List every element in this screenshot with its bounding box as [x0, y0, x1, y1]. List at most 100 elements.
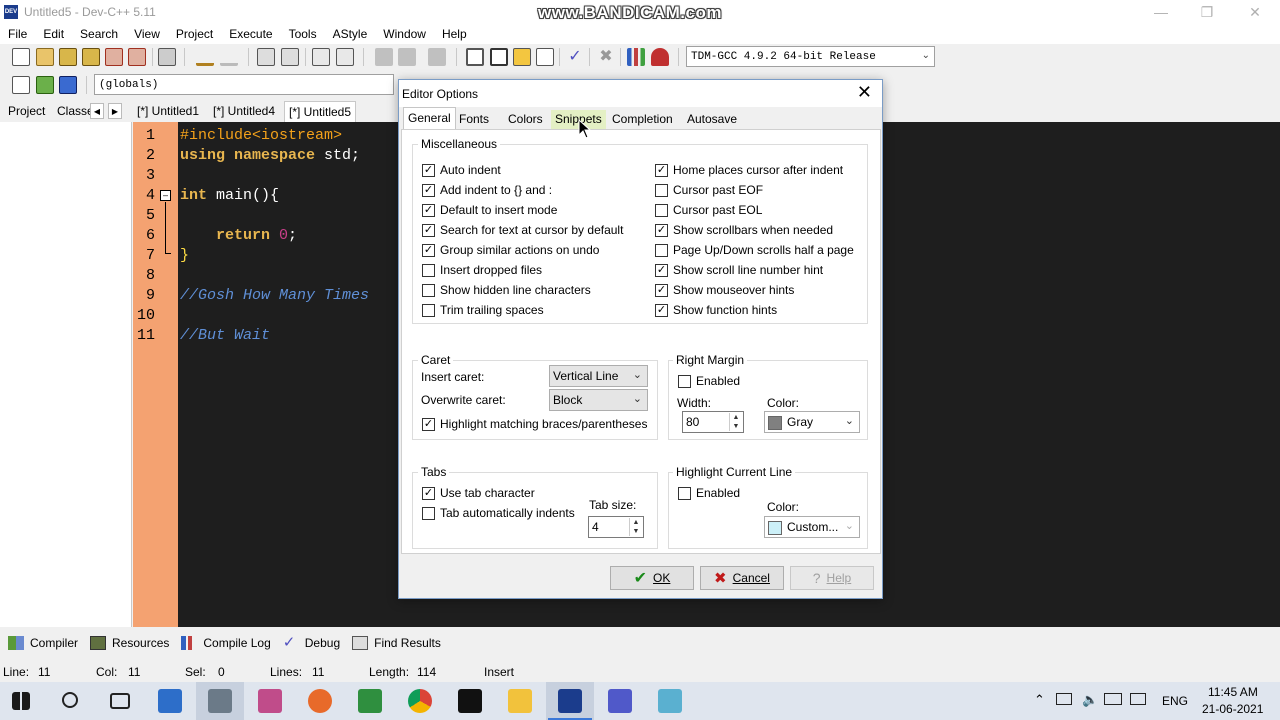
redo-icon[interactable] [220, 48, 238, 66]
language-indicator[interactable]: ENG [1162, 694, 1188, 708]
tab-find-results[interactable]: Find Results [352, 636, 441, 650]
firefox-icon[interactable] [308, 689, 332, 713]
menu-edit[interactable]: Edit [35, 27, 72, 41]
highlight-color-select[interactable]: Custom... ⌄ [764, 516, 860, 538]
network-icon[interactable] [1104, 693, 1122, 705]
home-cursor-checkbox[interactable]: ✓ Home places cursor after indent [655, 163, 843, 177]
menu-help[interactable]: Help [434, 27, 475, 41]
scope-select[interactable]: (globals) [94, 74, 394, 95]
function-hints-checkbox[interactable]: ✓ Show function hints [655, 303, 777, 317]
overwrite-caret-select[interactable]: Block ⌄ [549, 389, 648, 411]
goto-icon[interactable] [428, 48, 446, 66]
search-cursor-checkbox[interactable]: ✓ Search for text at cursor by default [422, 223, 623, 237]
task-view-icon[interactable] [110, 693, 130, 709]
chrome-icon[interactable] [408, 689, 432, 713]
taskbar-app-icon[interactable] [658, 689, 682, 713]
compiler-select[interactable]: TDM-GCC 4.9.2 64-bit Release ⌄ [686, 46, 935, 67]
maximize-button[interactable]: ❐ [1184, 0, 1230, 24]
tab-colors[interactable]: Colors [504, 110, 547, 129]
menu-window[interactable]: Window [375, 27, 434, 41]
tab-scroll-left-icon[interactable]: ◀ [90, 103, 104, 119]
windows-start-icon[interactable] [12, 692, 30, 710]
mouseover-hints-checkbox[interactable]: ✓ Show mouseover hints [655, 283, 794, 297]
auto-indent-checkbox[interactable]: ✓ Auto indent [422, 163, 501, 177]
find-icon[interactable] [257, 48, 275, 66]
highlight-braces-checkbox[interactable]: ✓ Highlight matching braces/parentheses [422, 417, 647, 431]
fold-toggle-icon[interactable]: – [160, 190, 171, 201]
margin-color-select[interactable]: Gray ⌄ [764, 411, 860, 433]
volume-icon[interactable]: 🔈 [1082, 692, 1098, 708]
tab-scroll-right-icon[interactable]: ▶ [108, 103, 122, 119]
close-file-icon[interactable] [105, 48, 123, 66]
right-margin-enabled-checkbox[interactable]: Enabled [678, 374, 740, 388]
goto-bookmark-icon[interactable] [59, 76, 77, 94]
insert-icon[interactable] [12, 76, 30, 94]
chart-icon[interactable] [627, 48, 645, 66]
cancel-button[interactable]: ✖ Cancel [700, 566, 784, 590]
menu-view[interactable]: View [126, 27, 168, 41]
tab-compiler[interactable]: Compiler [8, 636, 78, 650]
undo-icon[interactable] [196, 48, 214, 66]
tab-fonts[interactable]: Fonts [455, 110, 493, 129]
search-icon[interactable] [62, 692, 78, 708]
close-window-button[interactable]: ✕ [1232, 0, 1278, 24]
rebuild-icon[interactable] [536, 48, 554, 66]
forward-icon[interactable] [398, 48, 416, 66]
menu-file[interactable]: File [0, 27, 35, 41]
profile-icon[interactable] [651, 48, 669, 66]
scroll-hint-checkbox[interactable]: ✓ Show scroll line number hint [655, 263, 823, 277]
default-insert-checkbox[interactable]: ✓ Default to insert mode [422, 203, 557, 217]
page-half-checkbox[interactable]: Page Up/Down scrolls half a page [655, 243, 854, 257]
minimize-button[interactable]: — [1138, 0, 1184, 24]
tab-size-spinner[interactable]: 4 ▲ ▼ [588, 516, 644, 538]
menu-project[interactable]: Project [168, 27, 221, 41]
cursor-eol-checkbox[interactable]: Cursor past EOL [655, 203, 762, 217]
menu-search[interactable]: Search [72, 27, 126, 41]
trim-spaces-checkbox[interactable]: Trim trailing spaces [422, 303, 544, 317]
indent-icon[interactable] [312, 48, 330, 66]
tab-untitled4[interactable]: [*] Untitled4 [209, 101, 279, 122]
taskbar-app-icon[interactable] [158, 689, 182, 713]
cursor-eof-checkbox[interactable]: Cursor past EOF [655, 183, 763, 197]
taskbar-app-icon[interactable] [208, 689, 232, 713]
chevron-up-icon[interactable]: ⌃ [1034, 692, 1045, 708]
compile-run-icon[interactable] [513, 48, 531, 66]
close-icon[interactable]: ✕ [857, 82, 872, 103]
highlight-line-enabled-checkbox[interactable]: Enabled [678, 486, 740, 500]
back-icon[interactable] [375, 48, 393, 66]
menu-execute[interactable]: Execute [221, 27, 280, 41]
taskbar-app-icon[interactable] [358, 689, 382, 713]
clock-time[interactable]: 11:45 AM [1208, 685, 1258, 699]
teams-icon[interactable] [608, 689, 632, 713]
tab-project[interactable]: Project [2, 101, 51, 122]
group-undo-checkbox[interactable]: ✓ Group similar actions on undo [422, 243, 599, 257]
save-icon[interactable] [59, 48, 77, 66]
check-syntax-icon[interactable]: ✓ [566, 48, 584, 66]
toggle-bookmark-icon[interactable] [36, 76, 54, 94]
use-tab-checkbox[interactable]: ✓ Use tab character [422, 486, 535, 500]
tab-completion[interactable]: Completion [608, 110, 677, 129]
help-button[interactable]: ? Help [790, 566, 874, 590]
margin-width-spinner[interactable]: 80 ▲ ▼ [682, 411, 744, 433]
ok-button[interactable]: ✔ OK [610, 566, 694, 590]
spinner-arrows-icon[interactable]: ▲ ▼ [729, 413, 742, 431]
scrollbars-checkbox[interactable]: ✓ Show scrollbars when needed [655, 223, 833, 237]
new-file-icon[interactable] [12, 48, 30, 66]
spinner-arrows-icon[interactable]: ▲ ▼ [629, 518, 642, 536]
clock-date[interactable]: 21-06-2021 [1202, 702, 1263, 716]
tab-general[interactable]: General [403, 107, 456, 129]
open-file-icon[interactable] [36, 48, 54, 66]
insert-dropped-checkbox[interactable]: Insert dropped files [422, 263, 542, 277]
tab-untitled5[interactable]: [*] Untitled5 [284, 101, 357, 122]
save-all-icon[interactable] [82, 48, 100, 66]
print-icon[interactable] [158, 48, 176, 66]
close-all-icon[interactable] [128, 48, 146, 66]
menu-tools[interactable]: Tools [281, 27, 325, 41]
tab-resources[interactable]: Resources [90, 636, 169, 650]
unindent-icon[interactable] [336, 48, 354, 66]
tab-autosave[interactable]: Autosave [683, 110, 741, 129]
devcpp-taskbar-icon[interactable] [558, 689, 582, 713]
terminal-icon[interactable] [458, 689, 482, 713]
run-icon[interactable] [490, 48, 508, 66]
tab-untitled1[interactable]: [*] Untitled1 [133, 101, 203, 122]
